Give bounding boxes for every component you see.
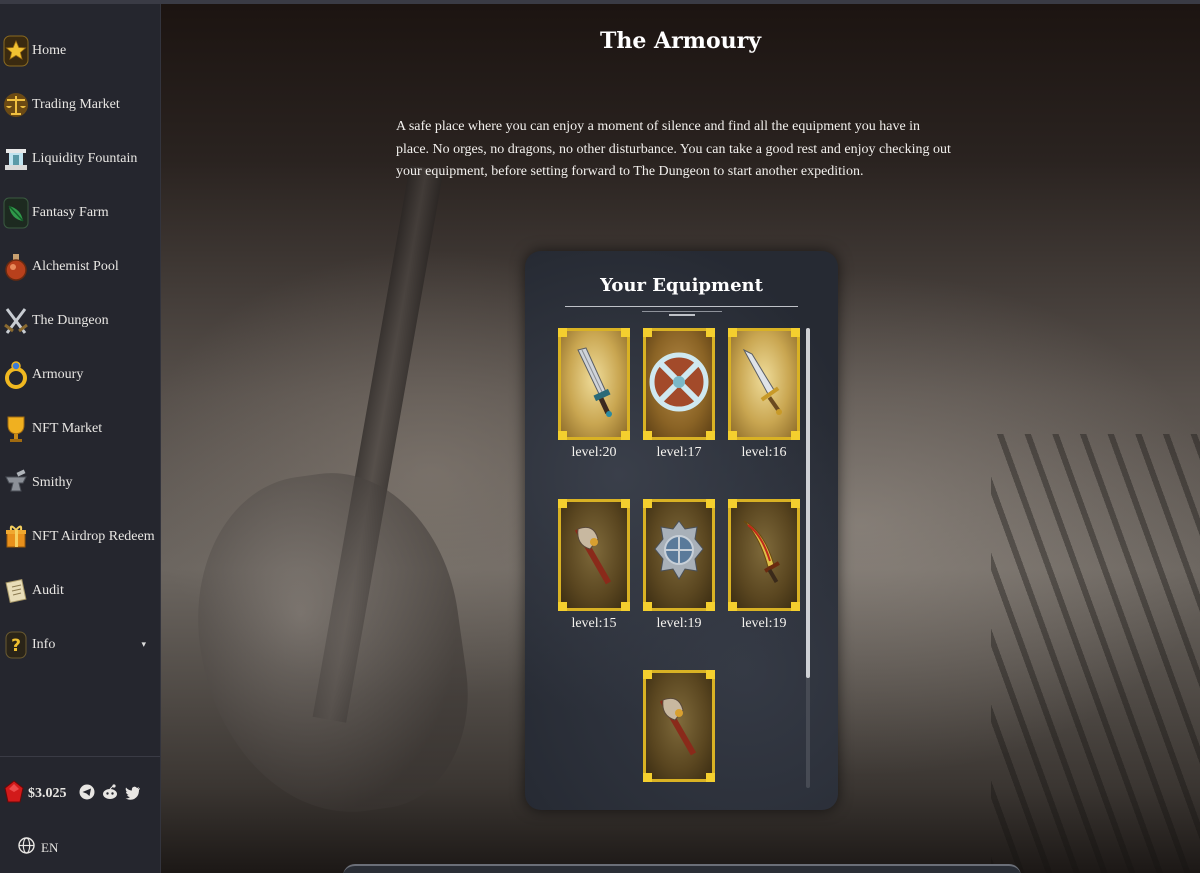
chevron-down-icon: ▾ <box>141 640 146 650</box>
sidebar-item-fantasy-farm[interactable]: Fantasy Farm <box>0 188 160 238</box>
dagger-icon <box>577 347 612 417</box>
sword-icon <box>742 348 782 415</box>
sidebar-item-smithy[interactable]: Smithy <box>0 458 160 508</box>
background-axe-blade <box>178 457 484 831</box>
equipment-level: level:15 <box>571 616 617 631</box>
shield-icon <box>649 352 709 412</box>
title-divider <box>642 311 722 312</box>
equipment-card[interactable] <box>643 670 715 782</box>
equipment-item[interactable]: level:20 <box>558 328 630 461</box>
equipment-card[interactable] <box>558 499 630 611</box>
token-price: $3.025 <box>28 786 67 801</box>
window-top-bar <box>0 0 1200 4</box>
sidebar: Home Trading Market Liquidity Fountain F… <box>0 4 161 873</box>
sidebar-item-label: Home <box>32 43 67 58</box>
equipment-item[interactable]: level:19 <box>643 499 715 632</box>
equipment-scrollbar[interactable] <box>806 328 810 788</box>
anvil-icon <box>2 465 30 501</box>
globe-icon <box>18 837 35 858</box>
equipment-level: level:19 <box>741 616 787 631</box>
equipment-level: level:16 <box>741 445 787 460</box>
sidebar-divider <box>0 756 160 757</box>
equipment-card[interactable] <box>728 328 800 440</box>
title-divider <box>565 306 798 307</box>
equipment-level: level:20 <box>571 445 617 460</box>
equipment-card[interactable] <box>558 328 630 440</box>
telegram-icon[interactable] <box>79 784 95 804</box>
background-grass <box>991 434 1200 873</box>
sidebar-item-label: Alchemist Pool <box>32 259 119 274</box>
scroll-icon <box>2 573 30 609</box>
sidebar-item-info[interactable]: ? Info ▾ <box>0 620 160 670</box>
leaf-icon <box>2 195 30 231</box>
reddit-icon[interactable] <box>101 783 119 805</box>
equipment-item[interactable]: level:19 <box>728 499 800 632</box>
language-label: EN <box>41 839 59 855</box>
gift-icon <box>2 519 30 555</box>
scales-icon <box>2 87 30 123</box>
token-gem-icon <box>4 780 24 808</box>
page-intro: A safe place where you can enjoy a momen… <box>396 119 951 179</box>
sidebar-item-label: Fantasy Farm <box>32 205 109 220</box>
sidebar-item-trading-market[interactable]: Trading Market <box>0 80 160 130</box>
sidebar-item-audit[interactable]: Audit <box>0 566 160 616</box>
scrollbar-thumb[interactable] <box>806 328 810 678</box>
equipment-level: level:17 <box>656 445 702 460</box>
sidebar-item-label: The Dungeon <box>32 313 109 328</box>
star-icon <box>2 33 30 69</box>
svg-text:?: ? <box>11 636 21 656</box>
page-title: The Armoury <box>599 28 761 54</box>
sidebar-item-alchemist-pool[interactable]: Alchemist Pool <box>0 242 160 292</box>
sidebar-item-armoury[interactable]: Armoury <box>0 350 160 400</box>
equipment-item[interactable]: level:15 <box>558 499 630 632</box>
spiked-shield-icon <box>654 520 704 580</box>
sidebar-item-home[interactable]: Home <box>0 26 160 76</box>
axe-icon <box>574 526 612 585</box>
language-selector[interactable]: EN <box>18 837 58 858</box>
equipment-panel: Your Equipment level:20 level:17 level:1… <box>525 251 838 810</box>
sidebar-item-label: NFT Airdrop Redeem <box>32 529 155 544</box>
sidebar-footer: $3.025 <box>4 780 141 808</box>
sidebar-item-label: Audit <box>32 583 64 598</box>
title-divider <box>669 314 695 316</box>
twitter-icon[interactable] <box>125 785 141 804</box>
main-content: The Armoury A safe place where you can e… <box>161 4 1200 873</box>
sidebar-item-liquidity-fountain[interactable]: Liquidity Fountain <box>0 134 160 184</box>
equipment-panel-title: Your Equipment <box>600 275 763 296</box>
axe-icon <box>659 697 697 756</box>
equipment-card[interactable] <box>643 328 715 440</box>
equipment-item[interactable]: level:16 <box>728 328 800 461</box>
sidebar-item-label: Liquidity Fountain <box>32 151 138 166</box>
trophy-icon <box>2 411 30 447</box>
fountain-icon <box>2 141 30 177</box>
equipment-item[interactable] <box>643 670 715 787</box>
sidebar-item-label: Armoury <box>32 367 84 382</box>
sidebar-item-label: Trading Market <box>32 97 120 112</box>
sidebar-item-nft-market[interactable]: NFT Market <box>0 404 160 454</box>
bottom-panel-edge <box>343 864 1021 873</box>
equipment-card[interactable] <box>728 499 800 611</box>
question-icon: ? <box>2 627 30 663</box>
sidebar-item-the-dungeon[interactable]: The Dungeon <box>0 296 160 346</box>
potion-icon <box>2 249 30 285</box>
sidebar-item-label: Smithy <box>32 475 73 490</box>
crossed-swords-icon <box>2 303 30 339</box>
equipment-card[interactable] <box>643 499 715 611</box>
equipment-level: level:19 <box>656 616 702 631</box>
equipment-item[interactable]: level:17 <box>643 328 715 461</box>
sidebar-item-label: NFT Market <box>32 421 103 436</box>
sidebar-item-nft-airdrop-redeem[interactable]: NFT Airdrop Redeem <box>0 512 160 562</box>
sidebar-item-label: Info <box>32 637 56 652</box>
scimitar-icon <box>743 520 780 584</box>
ring-icon <box>2 357 30 393</box>
